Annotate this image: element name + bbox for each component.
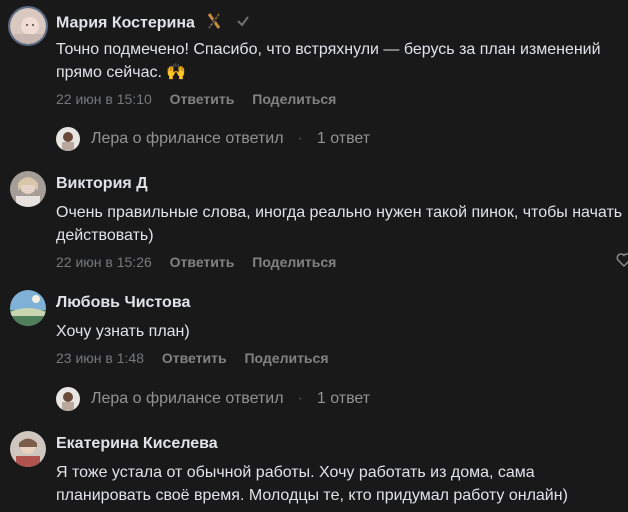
like-heart-icon[interactable] [616,252,628,273]
reply-button[interactable]: Ответить [170,91,235,107]
author-name[interactable]: Екатерина Киселева [56,435,218,452]
reply-avatar [56,387,80,411]
share-button[interactable]: Поделиться [244,350,328,366]
comment-author[interactable]: Мария Костерина [56,12,250,35]
reply-button[interactable]: Ответить [170,254,235,270]
comment-author[interactable]: Виктория Д [56,175,148,193]
verified-icon [236,14,250,33]
author-name[interactable]: Виктория Д [56,175,148,192]
replies-author[interactable]: Лера о фрилансе ответил [91,130,284,148]
author-name[interactable]: Мария Костерина [56,15,195,32]
comment-date[interactable]: 23 июн в 1:48 [56,350,144,366]
reply-avatar [56,127,80,151]
comment-author[interactable]: Любовь Чистова [56,294,190,312]
separator: · [297,130,303,147]
separator: · [297,390,303,407]
share-button[interactable]: Поделиться [252,254,336,270]
share-button[interactable]: Поделиться [252,91,336,107]
comment-text: Очень правильные слова, иногда реально н… [56,204,623,244]
comment-text: Точно подмечено! Спасибо, что встряхнули… [56,41,601,81]
comment-text: Хочу узнать план) [56,323,190,340]
comment-author[interactable]: Екатерина Киселева [56,435,218,453]
author-name[interactable]: Любовь Чистова [56,294,190,311]
avatar[interactable] [10,431,46,467]
replies-toggle[interactable]: Лера о фрилансе ответил · 1 ответ [56,387,370,411]
replies-count[interactable]: 1 ответ [317,390,370,408]
comment-meta: 23 июн в 1:48 Ответить Поделиться [56,350,343,366]
ribbon-icon [205,12,223,35]
reply-button[interactable]: Ответить [162,350,227,366]
avatar[interactable] [10,290,46,326]
avatar[interactable] [8,6,48,46]
replies-toggle[interactable]: Лера о фрилансе ответил · 1 ответ [56,127,370,151]
comment-date[interactable]: 22 июн в 15:26 [56,254,152,270]
replies-count[interactable]: 1 ответ [317,130,370,148]
comment-date[interactable]: 22 июн в 15:10 [56,91,152,107]
comment-meta: 22 июн в 15:10 Ответить Поделиться [56,91,350,107]
replies-author[interactable]: Лера о фрилансе ответил [91,390,284,408]
avatar[interactable] [10,171,46,207]
comment-text: Я тоже устала от обычной работы. Хочу ра… [56,464,568,504]
comment-meta: 22 июн в 15:26 Ответить Поделиться [56,254,350,270]
